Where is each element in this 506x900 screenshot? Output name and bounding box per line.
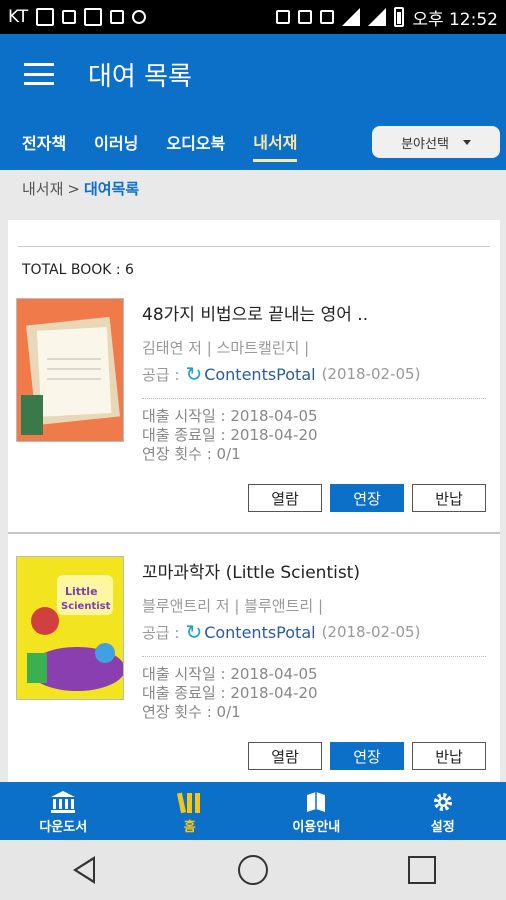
svg-text:Little: Little xyxy=(65,585,98,598)
breadcrumb-parent[interactable]: 내서재 xyxy=(22,178,63,199)
supply-label: 공급 : xyxy=(142,623,180,642)
menu-icon[interactable] xyxy=(24,63,54,85)
supply-label: 공급 : xyxy=(142,365,180,384)
clock: 오후 12:52 xyxy=(412,9,498,30)
contentsportal-logo: ↻ ContentsPotal xyxy=(185,620,315,644)
field-select-dropdown[interactable]: 분야선택 xyxy=(372,126,500,158)
breadcrumb-separator: > xyxy=(67,179,80,198)
field-select-label: 분야선택 xyxy=(401,136,449,152)
extend-button[interactable]: 연장 xyxy=(330,742,404,770)
supplier-name: ContentsPotal xyxy=(204,622,316,642)
tab-elearning[interactable]: 이러닝 xyxy=(94,124,138,160)
divider xyxy=(8,532,500,534)
return-button[interactable]: 반납 xyxy=(412,484,486,512)
loan-list: TOTAL BOOK : 6 48가지 비법으로 끝내는 영어 .. 김태연 저… xyxy=(8,220,500,782)
renewal-count: 연장 횟수 : 0/1 xyxy=(142,445,241,463)
chevron-down-icon xyxy=(462,139,471,145)
app-bar: 대여 목록 xyxy=(0,34,506,114)
book-supply: 공급 : ↻ ContentsPotal (2018-02-05) xyxy=(142,362,486,386)
nav-label: 이용안내 xyxy=(292,819,341,835)
book-author-publisher: 김태연 저 | 스마트캘린지 | xyxy=(142,339,310,357)
total-books: TOTAL BOOK : 6 xyxy=(22,262,134,278)
svg-text:Scientist: Scientist xyxy=(61,601,111,612)
app-icon xyxy=(110,10,125,24)
book-author: 김태연 저 xyxy=(142,339,202,357)
loan-end: 대출 종료일 : 2018-04-20 xyxy=(142,684,318,702)
view-button[interactable]: 열람 xyxy=(248,484,322,512)
book-publisher: 블루앤트리 xyxy=(244,597,314,615)
battery-icon xyxy=(394,7,405,27)
extend-button[interactable]: 연장 xyxy=(330,484,404,512)
tab-ebook[interactable]: 전자책 xyxy=(22,124,66,160)
home-button[interactable] xyxy=(233,850,273,890)
book-supply: 공급 : ↻ ContentsPotal (2018-02-05) xyxy=(142,620,486,644)
carrier-label: KT xyxy=(8,7,29,27)
lte-icon xyxy=(320,10,335,24)
contentsportal-icon: ↻ xyxy=(185,362,203,386)
library-icon xyxy=(50,788,76,814)
wifi-icon xyxy=(342,8,361,26)
status-bar: KT 오후 12:52 xyxy=(0,0,506,34)
system-nav-bar xyxy=(0,840,506,900)
supply-date: (2018-02-05) xyxy=(321,365,421,383)
contentsportal-icon: ↻ xyxy=(185,620,203,644)
nfc-icon xyxy=(276,10,291,24)
nav-settings[interactable]: 설정 xyxy=(398,788,488,835)
supply-date: (2018-02-05) xyxy=(321,623,421,641)
back-icon xyxy=(73,856,96,884)
nav-label: 다운도서 xyxy=(39,819,88,835)
book-cover[interactable] xyxy=(16,298,124,442)
breadcrumb-current: 대여목록 xyxy=(83,180,140,198)
book-author: 블루앤트리 저 xyxy=(142,597,230,615)
page-title: 대여 목록 xyxy=(88,61,192,92)
nav-guide[interactable]: 이용안내 xyxy=(271,788,361,835)
image-icon xyxy=(84,8,103,26)
tab-my-library[interactable]: 내서재 xyxy=(253,123,298,162)
loan-end: 대출 종료일 : 2018-04-20 xyxy=(142,426,318,444)
signal-icon xyxy=(368,8,387,26)
nav-download-books[interactable]: 다운도서 xyxy=(18,788,108,835)
gmail-icon xyxy=(36,8,55,26)
home-icon xyxy=(237,855,268,885)
android-icon xyxy=(132,10,147,24)
books-icon xyxy=(176,788,203,814)
book-author-publisher: 블루앤트리 저 | 블루앤트리 | xyxy=(142,597,324,615)
loan-start: 대출 시작일 : 2018-04-05 xyxy=(142,407,318,425)
book-actions: 열람 연장 반납 xyxy=(248,484,486,512)
gear-icon xyxy=(431,788,455,814)
bottom-nav: 다운도서 홈 이용안내 설정 xyxy=(0,782,506,840)
book-title[interactable]: 꼬마과학자 (Little Scientist) xyxy=(142,558,486,583)
divider xyxy=(142,656,486,657)
back-button[interactable] xyxy=(64,850,104,890)
vibrate-icon xyxy=(298,10,313,24)
recents-icon xyxy=(407,856,436,884)
tab-bar: 전자책 이러닝 오디오북 내서재 분야선택 xyxy=(0,114,506,170)
book-actions: 열람 연장 반납 xyxy=(248,742,486,770)
book-title[interactable]: 48가지 비법으로 끝내는 영어 .. xyxy=(142,300,486,325)
book-guide-icon xyxy=(304,788,328,814)
nav-label: 홈 xyxy=(183,819,196,835)
divider xyxy=(142,398,486,399)
breadcrumb: 내서재 > 대여목록 xyxy=(22,178,139,199)
recents-button[interactable] xyxy=(402,850,442,890)
supplier-name: ContentsPotal xyxy=(204,364,316,384)
contentsportal-logo: ↻ ContentsPotal xyxy=(185,362,315,386)
usb-icon xyxy=(62,10,77,24)
renewal-count: 연장 횟수 : 0/1 xyxy=(142,703,241,721)
view-button[interactable]: 열람 xyxy=(248,742,322,770)
loan-start: 대출 시작일 : 2018-04-05 xyxy=(142,665,318,683)
book-publisher: 스마트캘린지 xyxy=(216,339,300,357)
tab-audiobook[interactable]: 오디오북 xyxy=(166,124,225,160)
return-button[interactable]: 반납 xyxy=(412,742,486,770)
nav-label: 설정 xyxy=(430,819,455,835)
nav-home[interactable]: 홈 xyxy=(145,788,235,835)
divider xyxy=(18,246,490,247)
book-cover[interactable]: Little Scientist xyxy=(16,556,124,700)
